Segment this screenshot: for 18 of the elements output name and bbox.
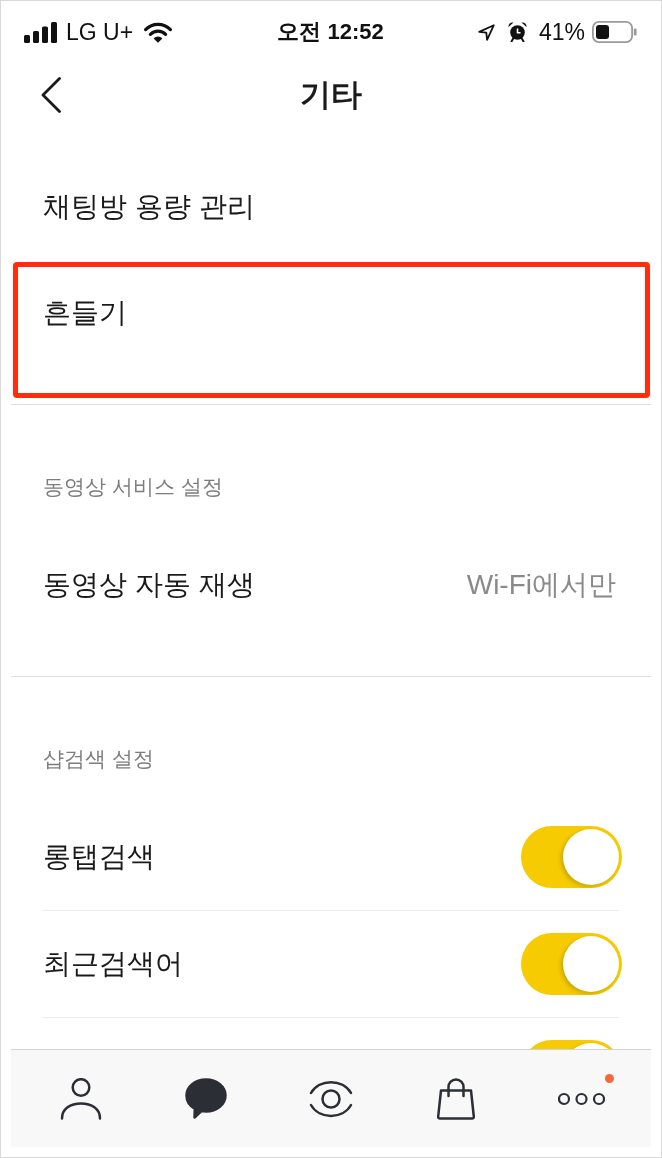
alarm-clock-icon xyxy=(507,22,527,42)
back-button[interactable] xyxy=(40,76,62,113)
clock-time: 오전 12:52 xyxy=(277,18,384,46)
page-title: 기타 xyxy=(300,75,362,114)
location-arrow-icon xyxy=(477,23,495,41)
battery-percent: 41% xyxy=(538,18,585,46)
battery-icon xyxy=(592,21,637,43)
signal-icon xyxy=(24,21,58,43)
carrier-name: LG U+ xyxy=(66,18,134,46)
setting-label: 동영상 자동 재생 xyxy=(43,568,255,602)
section-header: 샵검색 설정 xyxy=(43,746,154,772)
wifi-icon xyxy=(144,21,173,43)
setting-label: 롱탭검색 xyxy=(43,840,155,874)
menu-item[interactable]: 흔들기 xyxy=(43,295,127,331)
setting-label: 최근검색어 xyxy=(43,947,183,981)
chevron-left-icon xyxy=(40,76,62,113)
section-header: 동영상 서비스 설정 xyxy=(43,474,223,500)
menu-item[interactable]: 채팅방 용량 관리 xyxy=(43,189,255,225)
